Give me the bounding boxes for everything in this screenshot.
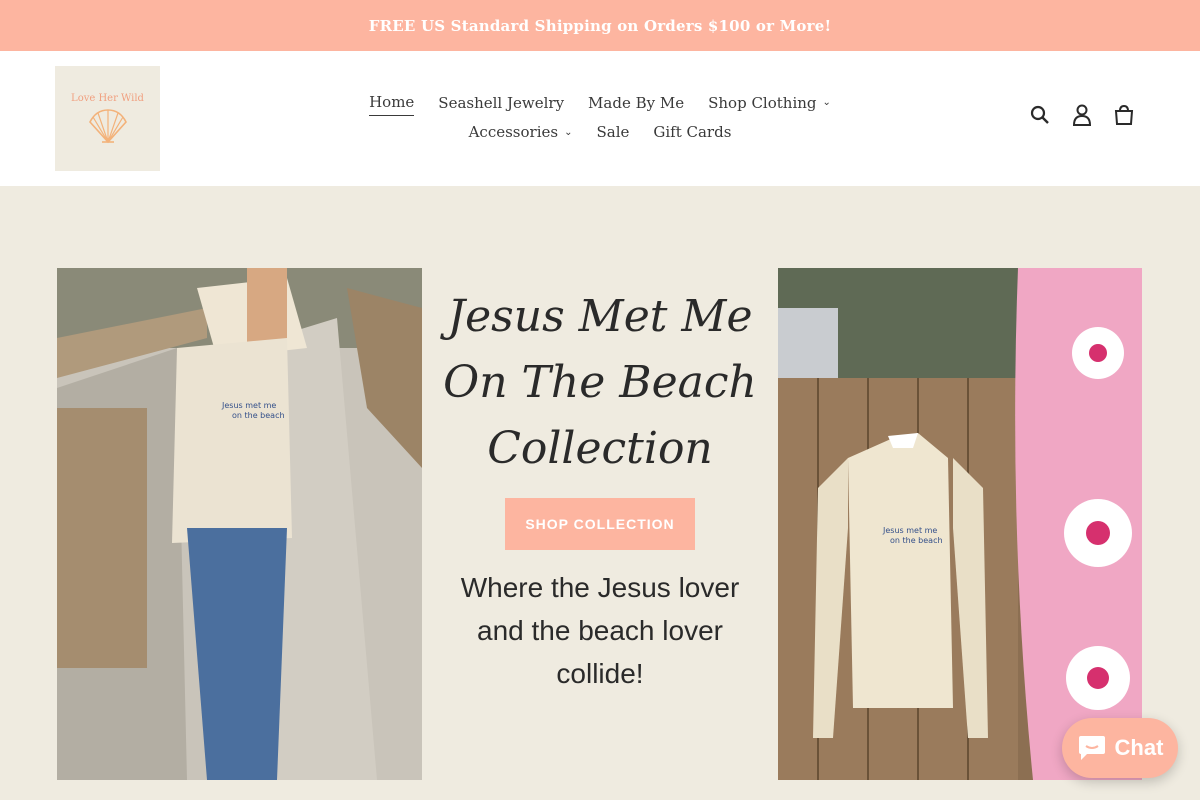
nav-label: Seashell Jewelry [438,93,565,112]
tote-bag-photo: Jesus met me on the beach [57,268,422,780]
tagline-line-1: Where the Jesus lover [460,572,740,603]
nav-gift-cards[interactable]: Gift Cards [653,123,731,145]
nav-label: Sale [596,123,630,141]
tagline-line-3: collide! [556,658,644,689]
sweatshirt-photo: Jesus met me on the beach [778,268,1142,780]
chat-label: Chat [1114,735,1164,760]
chevron-down-icon: ⌄ [564,126,573,138]
site-header: Love Her Wild Home Seashell Jewelry Made… [0,51,1200,186]
hero-headline: Jesus Met Me On The Beach Collection [440,284,760,482]
search-icon[interactable] [1028,103,1052,127]
announcement-bar: FREE US Standard Shipping on Orders $100… [0,0,1200,51]
nav-made-by-me[interactable]: Made By Me [588,93,684,116]
shop-collection-button[interactable]: SHOP COLLECTION [505,498,695,550]
nav-label: Made By Me [588,93,685,112]
sweatshirt-print-line-1: Jesus met me [882,526,937,535]
nav-label: Gift Cards [653,123,732,141]
chat-button[interactable]: Chat [1062,718,1178,778]
tote-print-line-1: Jesus met me [221,401,276,410]
chat-bubble-icon [1078,736,1105,760]
main-nav-row-1: Home Seashell Jewelry Made By Me Shop Cl… [0,93,1200,116]
sweatshirt-print-line-2: on the beach [890,536,943,545]
headline-line-2: On The Beach [443,357,757,408]
nav-accessories[interactable]: Accessories ⌄ [469,123,573,145]
hero-banner: Jesus met me on the beach Jesus Met Me O… [0,186,1200,800]
chevron-down-icon: ⌄ [822,97,831,108]
nav-shop-clothing[interactable]: Shop Clothing ⌄ [708,93,831,116]
main-nav-row-2: Accessories ⌄ Sale Gift Cards [0,123,1200,145]
nav-label: Accessories [468,123,559,141]
tagline-line-2: and the beach lover [477,615,723,646]
announcement-text: FREE US Standard Shipping on Orders $100… [368,16,832,35]
tote-print-line-2: on the beach [232,411,285,420]
headline-line-3: Collection [487,423,713,474]
nav-home[interactable]: Home [369,93,415,116]
headline-line-1: Jesus Met Me [447,291,753,342]
hero-tagline: Where the Jesus lover and the beach love… [440,566,760,695]
nav-seashell-jewelry[interactable]: Seashell Jewelry [438,93,564,116]
nav-label: Shop Clothing [708,93,817,112]
store-logo[interactable]: Love Her Wild [55,66,160,171]
nav-sale[interactable]: Sale [596,123,629,145]
cart-icon[interactable] [1112,103,1136,127]
nav-label: Home [369,93,415,111]
account-icon[interactable] [1070,103,1094,127]
header-icons [1028,103,1136,127]
